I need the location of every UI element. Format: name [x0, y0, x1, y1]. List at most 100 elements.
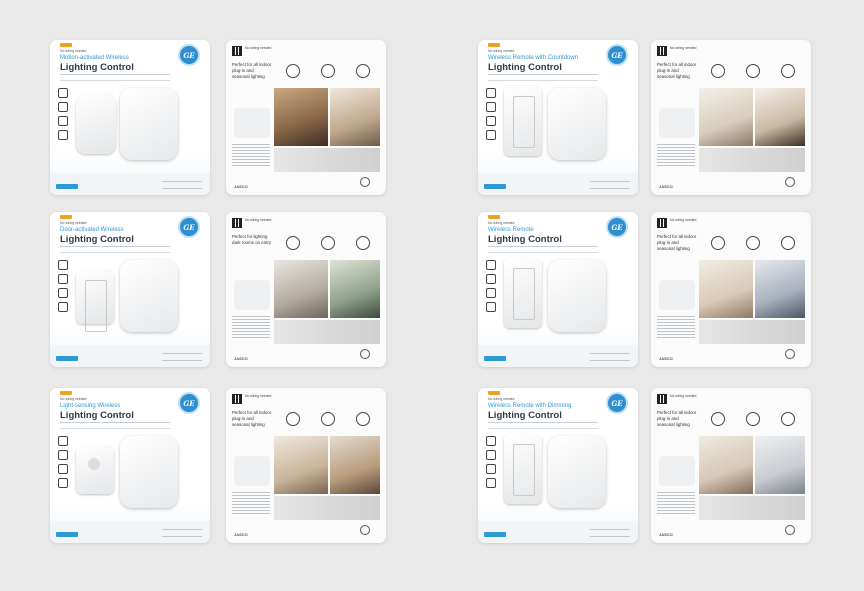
footer-accent: [56, 184, 78, 189]
package-back-light-sensing: No wiring needed Perfect for all indoor …: [226, 388, 386, 543]
ul-mark-icon: [785, 349, 795, 359]
plug-in-receiver: [548, 88, 606, 160]
range-icon: [745, 236, 760, 250]
no-wiring-label: No wiring needed: [245, 394, 272, 398]
product-title: Lighting Control: [60, 62, 134, 73]
spec-icons: [701, 58, 805, 84]
fine-print: [162, 181, 202, 189]
product-title: Lighting Control: [60, 410, 134, 421]
brand-label: JASCO: [234, 532, 248, 537]
package-front-motion: No wiring needed Motion-activated Wirele…: [50, 40, 210, 195]
remote-switch-device: [504, 86, 542, 156]
package-front-countdown: No wiring needed Wireless Remote with Co…: [478, 40, 638, 195]
feature-icons: [58, 88, 70, 140]
motion-sensor-device: [76, 92, 116, 154]
spec-icon: [286, 236, 301, 250]
brand-label: JASCO: [234, 184, 248, 189]
ul-mark-icon: [360, 177, 370, 187]
plug-in-receiver: [548, 260, 606, 332]
product-subtitle: Door-activated Wireless: [60, 227, 124, 233]
spec-icons: [701, 406, 805, 432]
brand-label: JASCO: [659, 356, 673, 361]
package-footer: [50, 345, 210, 367]
feature-icon: [58, 130, 68, 140]
body-text-lines: [657, 492, 695, 516]
range-icon: [320, 64, 335, 78]
no-wiring-label: No wiring needed: [488, 49, 515, 53]
receiver-photo: [234, 108, 270, 138]
feature-icon: [486, 288, 496, 298]
footer-accent: [484, 532, 506, 537]
qr-code-icon: [657, 394, 667, 404]
feature-icons: [486, 436, 498, 488]
product-title: Lighting Control: [488, 410, 562, 421]
spec-icon: [711, 236, 726, 250]
ge-logo-icon: GE: [606, 392, 628, 414]
feature-icon: [58, 478, 68, 488]
remote-switch-device: [504, 434, 542, 504]
body-text-lines: [232, 144, 270, 168]
spec-icon: [780, 64, 795, 78]
ge-logo-icon: GE: [178, 44, 200, 66]
spec-icon: [355, 236, 370, 250]
description-lines: [488, 74, 598, 81]
package-back-motion: No wiring needed Perfect for all indoor …: [226, 40, 386, 195]
no-wiring-label: No wiring needed: [488, 397, 515, 401]
footer-accent: [56, 532, 78, 537]
product-subtitle: Wireless Remote: [488, 227, 534, 233]
brand-label: JASCO: [234, 356, 248, 361]
door-sensor-device: [76, 270, 114, 332]
description-lines: [60, 74, 170, 81]
tag-stripe: [488, 43, 500, 47]
receiver-photo: [234, 456, 270, 486]
description-lines: [488, 246, 598, 253]
no-wiring-label: No wiring needed: [670, 218, 697, 222]
spec-icons: [276, 406, 380, 432]
plug-in-receiver: [548, 436, 606, 508]
tag-stripe: [60, 391, 72, 395]
package-back-countdown: No wiring needed Perfect for all indoor …: [651, 40, 811, 195]
package-footer: [478, 345, 638, 367]
perfect-for-text: Perfect for all indoor plug-in and seaso…: [232, 62, 272, 79]
product-photo: [274, 320, 380, 344]
spec-icon: [780, 412, 795, 426]
no-wiring-label: No wiring needed: [60, 397, 87, 401]
body-text-lines: [657, 316, 695, 340]
product-subtitle: Motion-activated Wireless: [60, 55, 129, 61]
spec-icon: [780, 236, 795, 250]
product-subtitle: Light-sensing Wireless: [60, 403, 121, 409]
remote-switch-device: [504, 258, 542, 328]
spec-icons: [701, 230, 805, 256]
spec-icons: [276, 58, 380, 84]
qr-code-icon: [657, 218, 667, 228]
footer-accent: [484, 184, 506, 189]
package-footer: [478, 521, 638, 543]
spec-icon: [355, 64, 370, 78]
light-sensor-device: [76, 446, 114, 494]
spec-icon: [711, 64, 726, 78]
ul-mark-icon: [360, 525, 370, 535]
range-icon: [745, 412, 760, 426]
body-text-lines: [232, 316, 270, 340]
feature-icon: [58, 302, 68, 312]
range-icon: [320, 412, 335, 426]
feature-icon: [486, 116, 496, 126]
feature-icon: [486, 302, 496, 312]
lifestyle-photo: [699, 260, 753, 318]
feature-icon: [58, 450, 68, 460]
product-photo: [699, 496, 805, 520]
feature-icon: [58, 288, 68, 298]
tag-stripe: [60, 43, 72, 47]
product-title: Lighting Control: [488, 234, 562, 245]
footer-accent: [484, 356, 506, 361]
tag-stripe: [60, 215, 72, 219]
tag-stripe: [488, 215, 500, 219]
description-lines: [488, 422, 598, 429]
package-footer: [50, 521, 210, 543]
package-front-remote: No wiring needed Wireless Remote Lightin…: [478, 212, 638, 367]
fine-print: [590, 529, 630, 537]
spec-icon: [286, 64, 301, 78]
ge-logo-icon: GE: [606, 216, 628, 238]
lifestyle-photo: [330, 88, 380, 146]
spec-icons: [276, 230, 380, 256]
